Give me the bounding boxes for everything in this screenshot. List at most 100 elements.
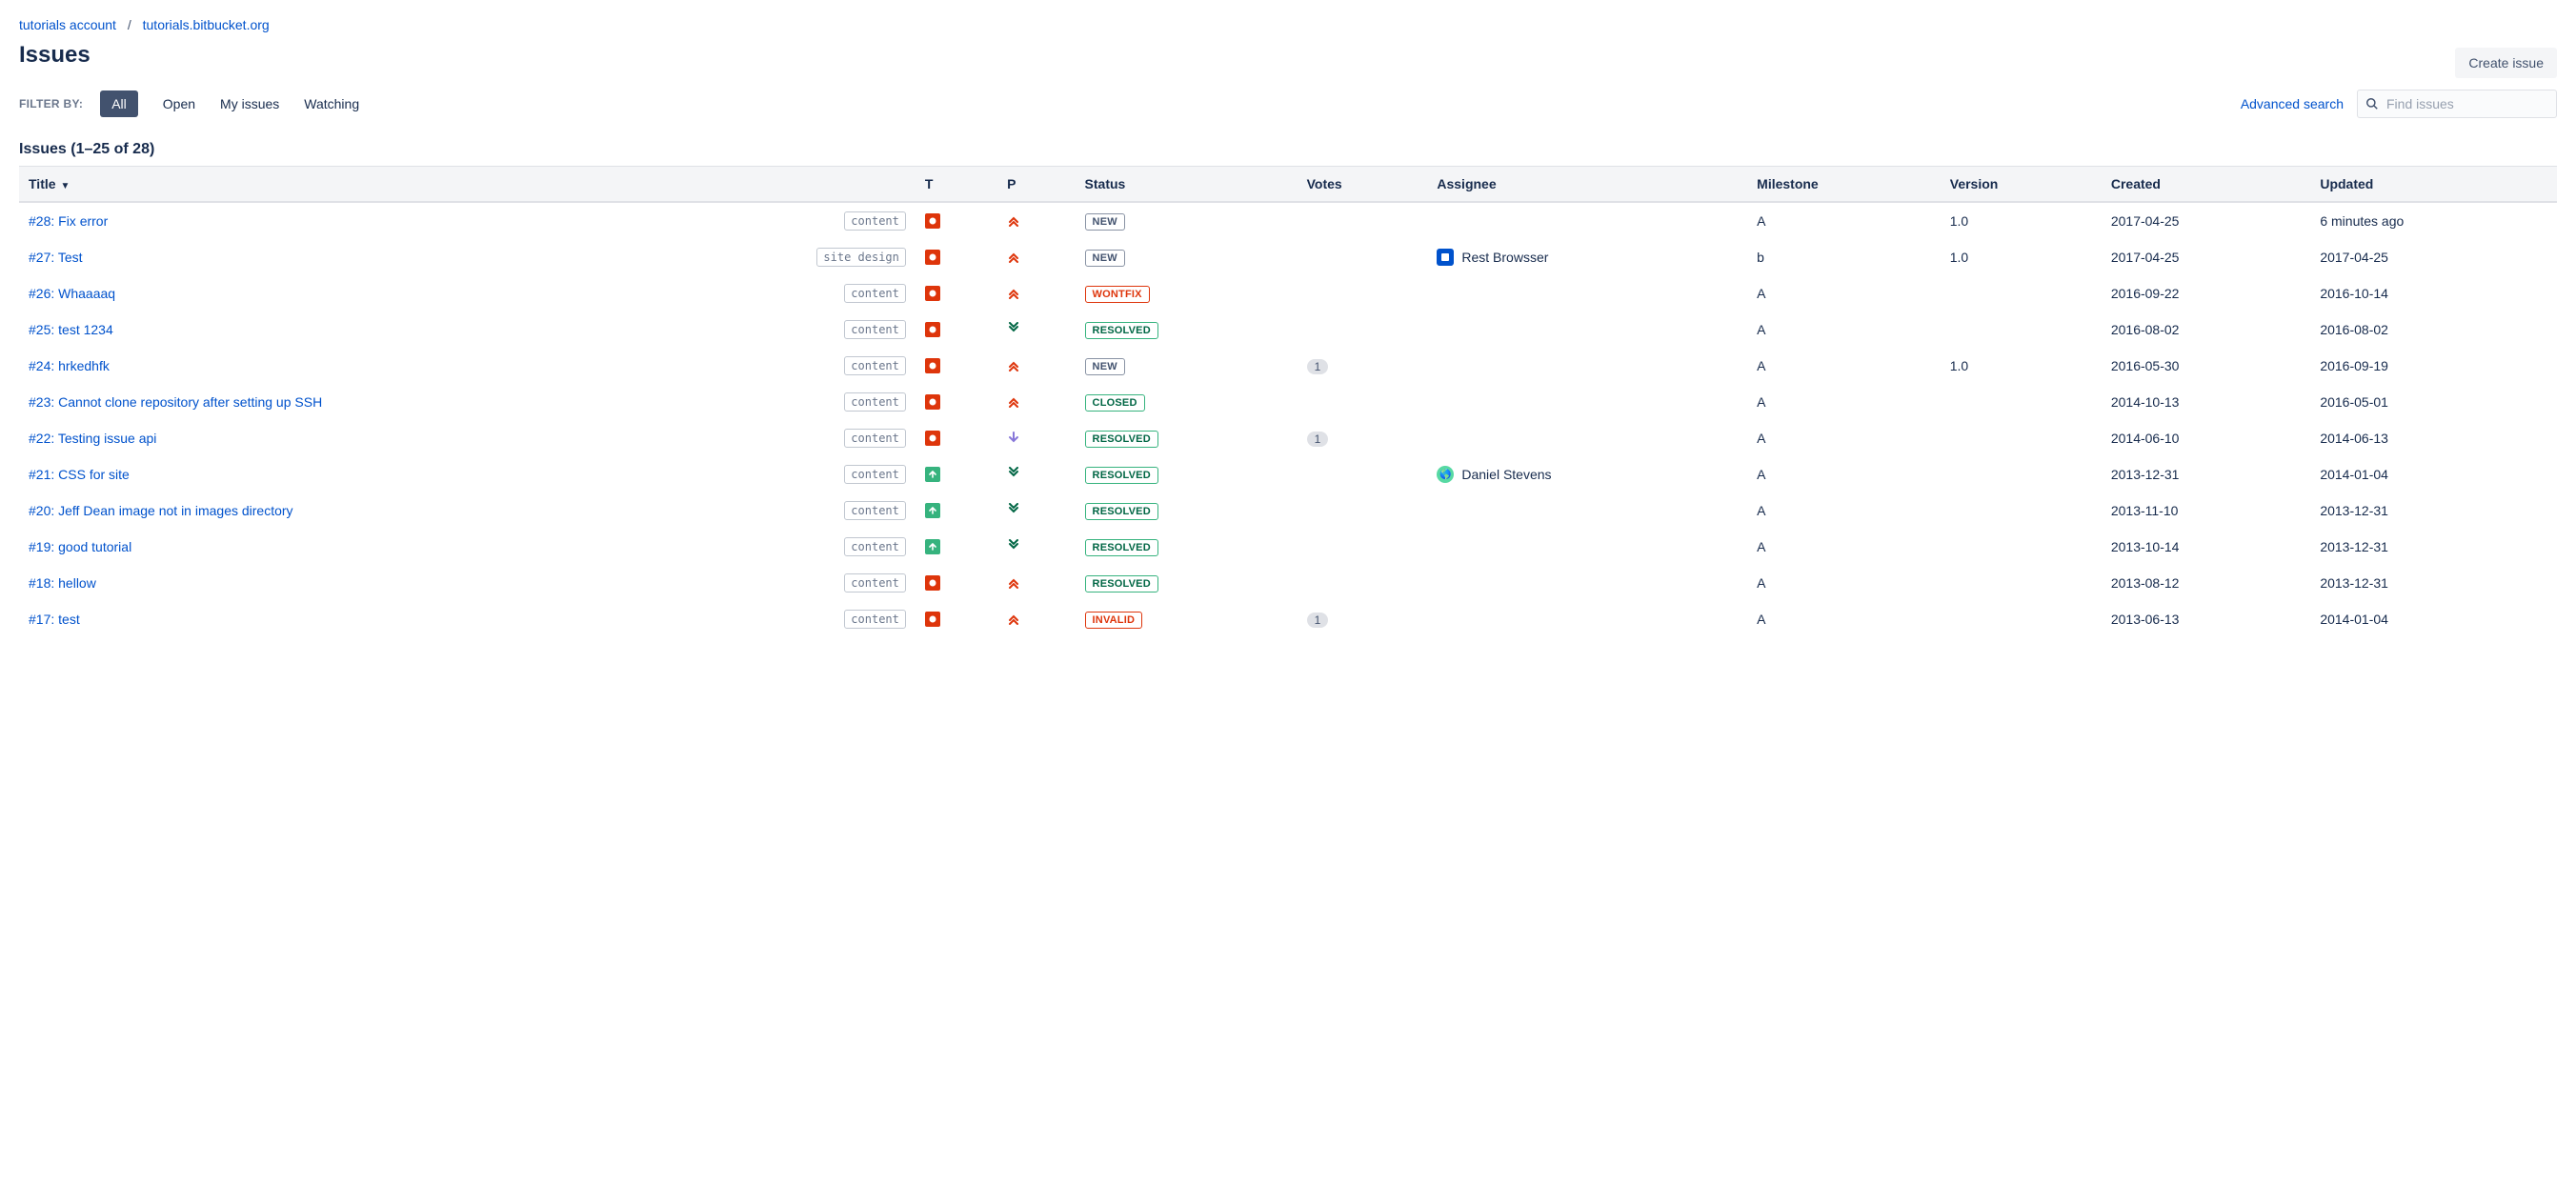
status-badge: WONTFIX bbox=[1085, 286, 1150, 303]
search-input[interactable] bbox=[2385, 95, 2548, 112]
updated-cell: 2014-01-04 bbox=[2310, 601, 2557, 637]
issue-link[interactable]: #20: Jeff Dean image not in images direc… bbox=[29, 503, 293, 518]
version-cell bbox=[1941, 565, 2102, 601]
col-assignee[interactable]: Assignee bbox=[1427, 167, 1747, 203]
advanced-search-link[interactable]: Advanced search bbox=[2241, 96, 2344, 111]
avatar: 🌎 bbox=[1437, 466, 1454, 483]
issue-link[interactable]: #22: Testing issue api bbox=[29, 431, 156, 446]
vote-count: 1 bbox=[1307, 359, 1329, 374]
issue-link[interactable]: #27: Test bbox=[29, 250, 83, 265]
avatar bbox=[1437, 249, 1454, 266]
issue-link[interactable]: #23: Cannot clone repository after setti… bbox=[29, 394, 322, 410]
created-cell: 2016-05-30 bbox=[2102, 348, 2310, 384]
table-row: #25: test 1234contentRESOLVEDA2016-08-02… bbox=[19, 311, 2557, 348]
component-tag[interactable]: content bbox=[844, 429, 906, 448]
type-improvement-icon bbox=[925, 539, 940, 554]
updated-cell: 6 minutes ago bbox=[2310, 202, 2557, 239]
created-cell: 2016-08-02 bbox=[2102, 311, 2310, 348]
assignee-name: Daniel Stevens bbox=[1461, 467, 1551, 482]
breadcrumb-account[interactable]: tutorials account bbox=[19, 17, 116, 32]
component-tag[interactable]: content bbox=[844, 392, 906, 412]
priority-highest-icon bbox=[1007, 250, 1020, 263]
component-tag[interactable]: content bbox=[844, 465, 906, 484]
version-cell bbox=[1941, 529, 2102, 565]
updated-cell: 2016-08-02 bbox=[2310, 311, 2557, 348]
filter-open[interactable]: Open bbox=[163, 96, 195, 111]
search-box[interactable] bbox=[2357, 90, 2557, 118]
col-votes[interactable]: Votes bbox=[1298, 167, 1428, 203]
updated-cell: 2013-12-31 bbox=[2310, 492, 2557, 529]
priority-highest-icon bbox=[1007, 575, 1020, 589]
milestone-cell: A bbox=[1747, 492, 1941, 529]
updated-cell: 2016-09-19 bbox=[2310, 348, 2557, 384]
col-type[interactable]: T bbox=[916, 167, 997, 203]
milestone-cell: A bbox=[1747, 384, 1941, 420]
table-row: #17: testcontentINVALID1A2013-06-132014-… bbox=[19, 601, 2557, 637]
issue-link[interactable]: #21: CSS for site bbox=[29, 467, 130, 482]
type-bug-icon bbox=[925, 250, 940, 265]
issue-link[interactable]: #24: hrkedhfk bbox=[29, 358, 110, 373]
component-tag[interactable]: content bbox=[844, 537, 906, 556]
filter-all[interactable]: All bbox=[100, 90, 138, 117]
issue-link[interactable]: #19: good tutorial bbox=[29, 539, 131, 554]
component-tag[interactable]: content bbox=[844, 610, 906, 629]
issue-link[interactable]: #25: test 1234 bbox=[29, 322, 113, 337]
status-badge: CLOSED bbox=[1085, 394, 1145, 412]
filter-watching[interactable]: Watching bbox=[304, 96, 359, 111]
type-improvement-icon bbox=[925, 503, 940, 518]
table-row: #26: WhaaaaqcontentWONTFIXA2016-09-22201… bbox=[19, 275, 2557, 311]
filter-label: FILTER BY: bbox=[19, 97, 83, 110]
created-cell: 2014-06-10 bbox=[2102, 420, 2310, 456]
created-cell: 2013-06-13 bbox=[2102, 601, 2310, 637]
component-tag[interactable]: site design bbox=[816, 248, 905, 267]
priority-highest-icon bbox=[1007, 358, 1020, 372]
assignee-name: Rest Browsser bbox=[1461, 250, 1548, 265]
issue-link[interactable]: #18: hellow bbox=[29, 575, 96, 591]
created-cell: 2013-10-14 bbox=[2102, 529, 2310, 565]
filter-my-issues[interactable]: My issues bbox=[220, 96, 279, 111]
created-cell: 2016-09-22 bbox=[2102, 275, 2310, 311]
priority-lowest-icon bbox=[1007, 539, 1020, 552]
assignee-cell[interactable]: 🌎 Daniel Stevens bbox=[1437, 466, 1738, 483]
col-version[interactable]: Version bbox=[1941, 167, 2102, 203]
created-cell: 2017-04-25 bbox=[2102, 202, 2310, 239]
table-row: #24: hrkedhfkcontentNEW1A1.02016-05-3020… bbox=[19, 348, 2557, 384]
col-created[interactable]: Created bbox=[2102, 167, 2310, 203]
col-title[interactable]: Title▼ bbox=[19, 167, 916, 203]
version-cell: 1.0 bbox=[1941, 239, 2102, 275]
type-improvement-icon bbox=[925, 467, 940, 482]
create-issue-button[interactable]: Create issue bbox=[2455, 48, 2557, 78]
component-tag[interactable]: content bbox=[844, 211, 906, 231]
priority-lowest-icon bbox=[1007, 467, 1020, 480]
assignee-cell[interactable]: Rest Browsser bbox=[1437, 249, 1738, 266]
table-row: #21: CSS for sitecontentRESOLVED🌎Daniel … bbox=[19, 456, 2557, 492]
component-tag[interactable]: content bbox=[844, 356, 906, 375]
milestone-cell: A bbox=[1747, 601, 1941, 637]
col-milestone[interactable]: Milestone bbox=[1747, 167, 1941, 203]
milestone-cell: A bbox=[1747, 348, 1941, 384]
component-tag[interactable]: content bbox=[844, 501, 906, 520]
version-cell bbox=[1941, 275, 2102, 311]
issue-link[interactable]: #28: Fix error bbox=[29, 213, 108, 229]
issue-link[interactable]: #17: test bbox=[29, 612, 80, 627]
component-tag[interactable]: content bbox=[844, 284, 906, 303]
updated-cell: 2014-01-04 bbox=[2310, 456, 2557, 492]
version-cell: 1.0 bbox=[1941, 202, 2102, 239]
version-cell bbox=[1941, 456, 2102, 492]
version-cell bbox=[1941, 420, 2102, 456]
status-badge: RESOLVED bbox=[1085, 575, 1158, 592]
milestone-cell: A bbox=[1747, 202, 1941, 239]
breadcrumb-repo[interactable]: tutorials.bitbucket.org bbox=[143, 17, 270, 32]
milestone-cell: A bbox=[1747, 311, 1941, 348]
col-updated[interactable]: Updated bbox=[2310, 167, 2557, 203]
component-tag[interactable]: content bbox=[844, 573, 906, 592]
updated-cell: 2016-10-14 bbox=[2310, 275, 2557, 311]
issue-link[interactable]: #26: Whaaaaq bbox=[29, 286, 115, 301]
col-priority[interactable]: P bbox=[997, 167, 1075, 203]
updated-cell: 2013-12-31 bbox=[2310, 529, 2557, 565]
vote-count: 1 bbox=[1307, 432, 1329, 447]
col-status[interactable]: Status bbox=[1076, 167, 1298, 203]
component-tag[interactable]: content bbox=[844, 320, 906, 339]
milestone-cell: A bbox=[1747, 456, 1941, 492]
table-row: #28: Fix errorcontentNEWA1.02017-04-256 … bbox=[19, 202, 2557, 239]
